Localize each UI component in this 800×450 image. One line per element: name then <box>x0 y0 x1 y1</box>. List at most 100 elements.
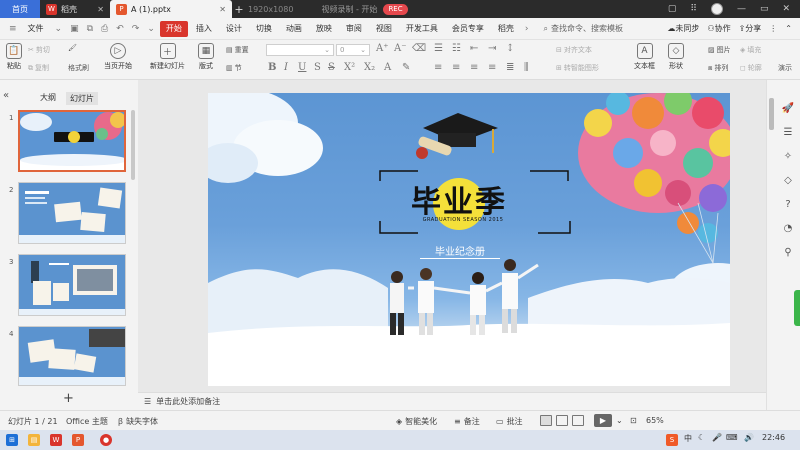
indent-increase-icon[interactable]: ⇥ <box>488 43 496 54</box>
slide-thumbnail[interactable] <box>18 110 126 172</box>
bullet-list-icon[interactable]: ☰ <box>434 43 443 54</box>
indent-decrease-icon[interactable]: ⇤ <box>470 43 478 54</box>
shape-edit-icon[interactable]: ◇ <box>782 174 794 186</box>
normal-view-icon[interactable] <box>540 415 552 426</box>
menu-member[interactable]: 会员专享 <box>446 21 490 37</box>
print-icon[interactable]: ⎙ <box>98 24 111 34</box>
hamburger-menu-icon[interactable]: ≡ <box>6 24 20 34</box>
rec-badge[interactable]: REC <box>383 3 408 15</box>
beautify-button[interactable]: ◈ 智能美化 <box>396 416 437 427</box>
tab-daoke[interactable]: W 稻壳 ✕ <box>40 0 110 18</box>
highlight-icon[interactable]: ✎ <box>402 62 410 73</box>
subscript-icon[interactable]: X₂ <box>364 62 375 73</box>
tab-outline[interactable]: 大纲 <box>40 92 56 103</box>
justify-icon[interactable]: ≡ <box>488 62 496 73</box>
fit-window-icon[interactable]: ⊡ <box>630 416 637 425</box>
ime-mode[interactable]: 中 <box>684 433 692 444</box>
microphone-icon[interactable]: 🎤 <box>712 433 722 442</box>
reading-view-icon[interactable] <box>572 415 584 426</box>
comment-icon[interactable]: ◔ <box>782 222 794 234</box>
side-handle[interactable] <box>794 290 800 326</box>
menu-view[interactable]: 视图 <box>370 21 398 37</box>
close-icon[interactable]: ✕ <box>219 5 226 14</box>
comments-toggle[interactable]: ▭ 批注 <box>496 416 523 427</box>
location-icon[interactable]: ⚲ <box>782 246 794 258</box>
avatar[interactable] <box>710 3 723 15</box>
menu-animation[interactable]: 动画 <box>280 21 308 37</box>
sliders-icon[interactable]: ☰ <box>782 126 794 138</box>
maximize-icon[interactable]: ▭ <box>760 4 769 14</box>
command-search[interactable]: ⌕ 查找命令、搜索模板 <box>544 23 623 34</box>
close-window-icon[interactable]: ✕ <box>782 4 790 14</box>
font-color-icon[interactable]: A <box>384 62 391 73</box>
format-painter-button[interactable]: 🖌 <box>68 44 77 52</box>
more-options-icon[interactable]: ⋮ <box>769 24 777 33</box>
decrease-font-icon[interactable]: A⁻ <box>394 43 407 54</box>
chevron-down-icon[interactable]: ⌄ <box>144 24 158 34</box>
sogou-ime-icon[interactable]: S <box>666 434 678 446</box>
menu-start[interactable]: 开始 <box>159 20 188 37</box>
menu-transition[interactable]: 切换 <box>250 21 278 37</box>
slide-thumbnail[interactable] <box>18 254 126 316</box>
align-text-button[interactable]: ⊟ 对齐文本 <box>556 45 592 55</box>
align-right-icon[interactable]: ≡ <box>470 62 478 73</box>
minimize-icon[interactable]: — <box>737 4 746 14</box>
slide-subtitle[interactable]: GRADUATION SEASON 2015 <box>398 217 528 223</box>
play-slideshow-button[interactable]: ▶ <box>594 414 612 427</box>
canvas-scrollbar[interactable] <box>769 86 775 366</box>
notes-pane[interactable]: ☰ 单击此处添加备注 <box>138 392 766 410</box>
clear-format-icon[interactable]: ⌫ <box>412 43 426 54</box>
textbox-button[interactable]: A 文本框 <box>634 43 655 71</box>
reset-button[interactable]: ▤ 重置 <box>226 45 249 55</box>
superscript-icon[interactable]: X² <box>344 62 355 73</box>
help-icon[interactable]: ? <box>782 198 794 210</box>
sync-status[interactable]: ☁未同步 <box>667 23 699 34</box>
sorter-view-icon[interactable] <box>556 415 568 426</box>
collapse-ribbon-icon[interactable]: ⌃ <box>785 24 792 33</box>
missing-font-button[interactable]: ꞵ 缺失字体 <box>118 416 158 427</box>
columns-icon[interactable]: ⫼ <box>524 62 529 73</box>
section-button[interactable]: ▥ 节 <box>226 63 242 73</box>
windows-start-icon[interactable]: ⊞ <box>6 434 18 446</box>
zoom-level[interactable]: 65% <box>646 416 664 425</box>
wps-writer-icon[interactable]: W <box>50 434 62 446</box>
menu-design[interactable]: 设计 <box>220 21 248 37</box>
new-slide-button[interactable]: ＋ 新建幻灯片 <box>150 43 185 71</box>
collapse-panel-icon[interactable]: « <box>3 90 9 101</box>
keyboard-icon[interactable]: ⌨ <box>726 433 738 442</box>
moon-icon[interactable]: ☾ <box>698 433 705 442</box>
rocket-icon[interactable]: 🚀 <box>782 102 794 114</box>
align-left-icon[interactable]: ≡ <box>434 62 442 73</box>
distribute-icon[interactable]: ≣ <box>506 62 514 73</box>
from-current-button[interactable]: ▷ 当页开始 <box>104 43 132 71</box>
notes-toggle[interactable]: ≡ 备注 <box>454 416 480 427</box>
thumbnail-scrollbar[interactable] <box>131 110 135 180</box>
record-app-icon[interactable]: ● <box>100 434 112 446</box>
menu-developer[interactable]: 开发工具 <box>400 21 444 37</box>
increase-font-icon[interactable]: A⁺ <box>376 43 389 54</box>
layout-button[interactable]: ▦ 版式 <box>198 43 214 71</box>
numbered-list-icon[interactable]: ☷ <box>452 43 461 54</box>
redo-icon[interactable]: ↷ <box>129 24 143 34</box>
wand-icon[interactable]: ✧ <box>782 150 794 162</box>
menu-review[interactable]: 审阅 <box>340 21 368 37</box>
slide-title[interactable]: 毕业季 <box>389 177 529 221</box>
italic-icon[interactable]: I <box>284 62 288 73</box>
picture-button[interactable]: ▨ 图片 <box>708 45 731 55</box>
fill-button[interactable]: ◈ 填充 <box>740 45 761 55</box>
more-menu-icon[interactable]: › <box>522 24 532 34</box>
explorer-icon[interactable]: ▤ <box>28 434 40 446</box>
collab-button[interactable]: ⚇协作 <box>707 23 730 34</box>
slideshow-options-icon[interactable]: ⌄ <box>616 416 623 425</box>
copy-button[interactable]: ⧉ 复制 <box>28 63 49 73</box>
arrange-button[interactable]: ⧈ 排列 <box>708 63 728 73</box>
layout-icon[interactable]: ▢ <box>668 4 677 14</box>
underline-icon[interactable]: U <box>298 62 306 73</box>
font-size-select[interactable]: 0 ⌄ <box>336 44 370 56</box>
menu-insert[interactable]: 插入 <box>190 21 218 37</box>
slide-album-label[interactable]: 毕业纪念册 <box>420 243 500 259</box>
grid-apps-icon[interactable]: ⠿ <box>690 4 697 14</box>
strikethrough-icon[interactable]: S <box>328 62 335 73</box>
outline-button[interactable]: ◻ 轮廓 <box>740 63 762 73</box>
scroll-thumb[interactable] <box>769 98 774 130</box>
